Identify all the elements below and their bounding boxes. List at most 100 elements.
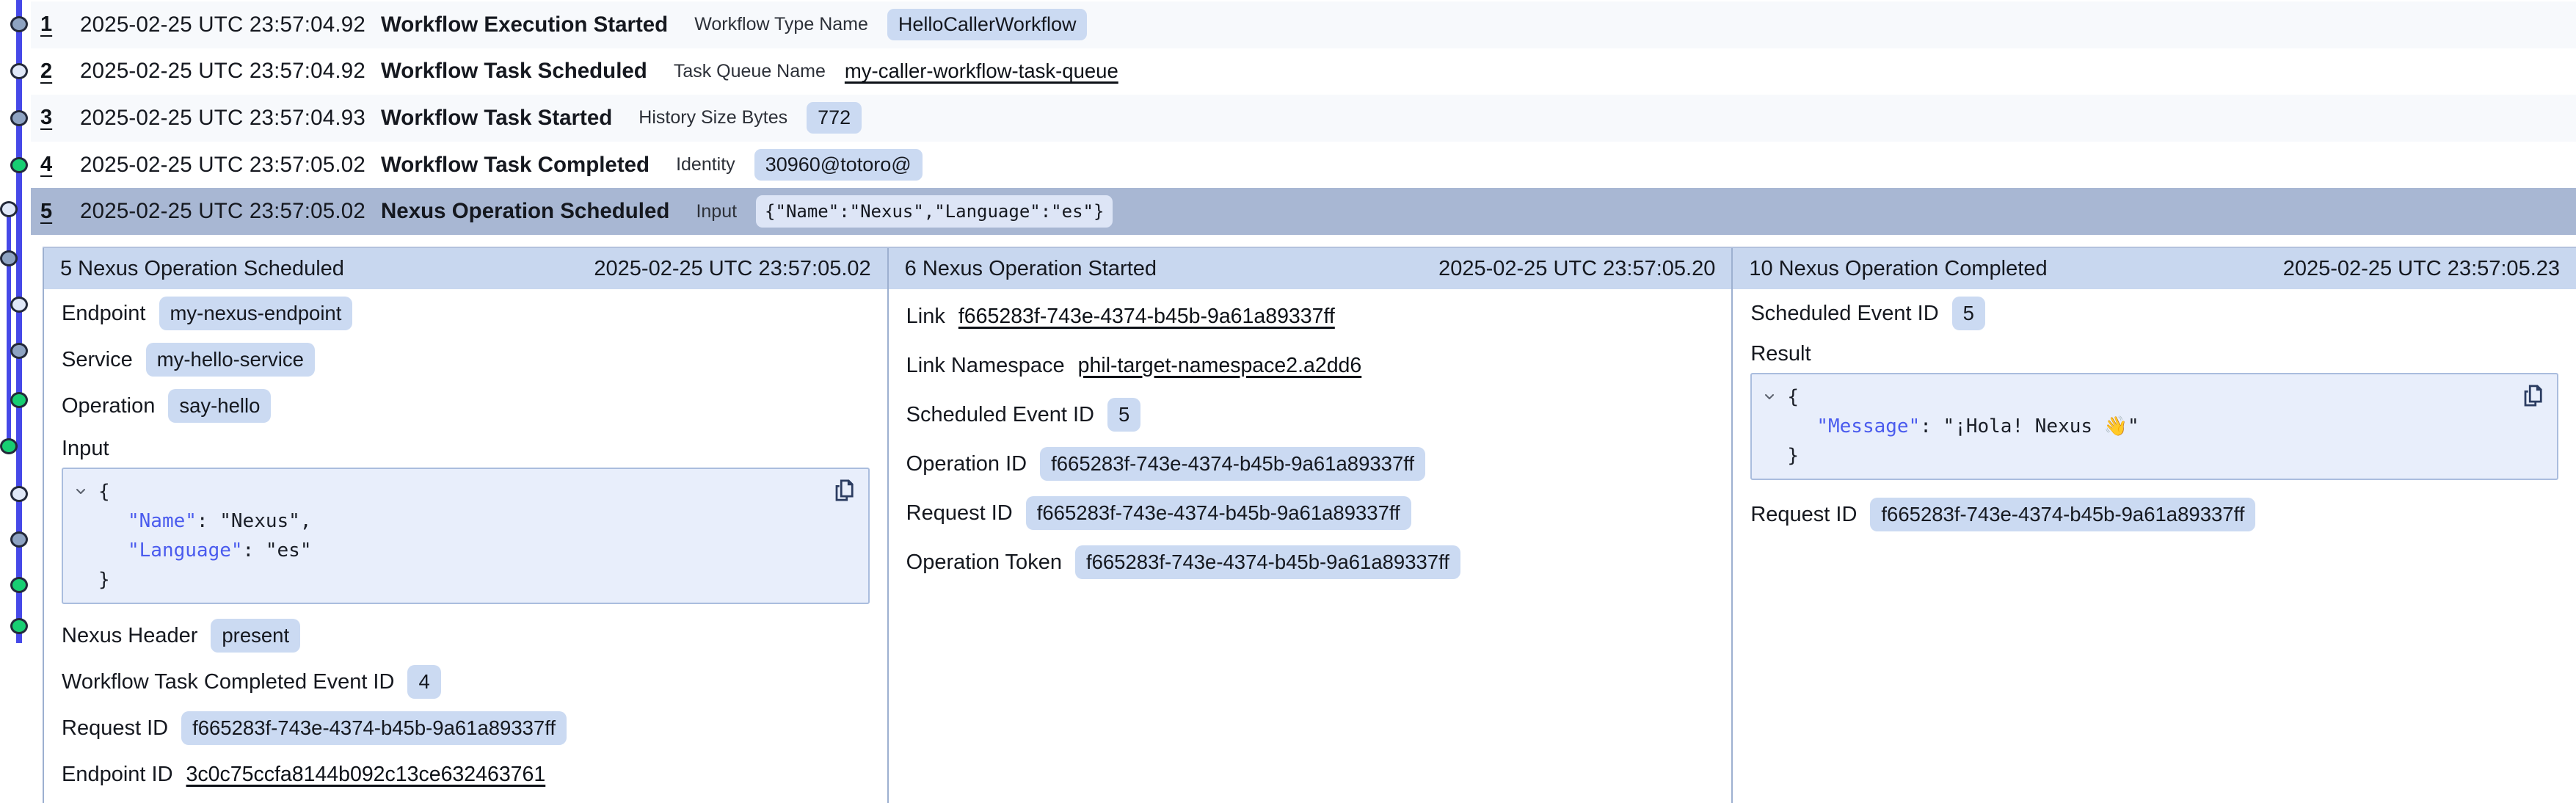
event-detail-label: Task Queue Name xyxy=(674,61,826,82)
field-label: Request ID xyxy=(1750,503,1857,527)
event-detail-label: Workflow Type Name xyxy=(694,14,868,35)
input-json-viewer: { "Name": "Nexus", "Language": "es" } xyxy=(62,468,870,604)
event-row-3[interactable]: 3 2025-02-25 UTC 23:57:04.93 Workflow Ta… xyxy=(31,95,2576,142)
panel-header: 5 Nexus Operation Scheduled 2025-02-25 U… xyxy=(44,248,887,289)
chevron-down-icon[interactable] xyxy=(1761,388,1778,405)
copy-icon[interactable] xyxy=(833,478,855,503)
field-label: Request ID xyxy=(906,501,1013,526)
field-value-badge: my-hello-service xyxy=(146,343,315,377)
timeline-dot-event-13 xyxy=(10,577,28,593)
field-label: Link xyxy=(906,305,945,329)
json-line: } xyxy=(63,565,817,595)
event-detail-badge: 30960@totoro@ xyxy=(754,149,923,181)
event-row-2[interactable]: 2 2025-02-25 UTC 23:57:04.92 Workflow Ta… xyxy=(31,48,2576,95)
timeline-dot-event-2 xyxy=(10,63,28,79)
field-label: Result xyxy=(1750,342,1811,366)
field-value-badge: f665283f-743e-4374-b45b-9a61a89337ff xyxy=(1026,496,1411,530)
event-detail-badge: HelloCallerWorkflow xyxy=(887,9,1088,40)
timeline-dot-event-8 xyxy=(10,343,28,359)
field-value-badge: f665283f-743e-4374-b45b-9a61a89337ff xyxy=(1075,545,1460,579)
event-name: Workflow Execution Started xyxy=(381,12,668,37)
field-scheduled-event-id: Scheduled Event ID 5 xyxy=(906,398,1141,432)
panel-timestamp: 2025-02-25 UTC 23:57:05.02 xyxy=(594,257,870,281)
panel-header: 10 Nexus Operation Completed 2025-02-25 … xyxy=(1733,248,2576,289)
timeline-dot-event-10 xyxy=(0,438,18,454)
event-row-1[interactable]: 1 2025-02-25 UTC 23:57:04.92 Workflow Ex… xyxy=(31,1,2576,48)
timeline-dot-event-9 xyxy=(10,392,28,408)
event-id-link[interactable]: 5 xyxy=(40,200,64,224)
result-json-viewer: { "Message": "¡Hola! Nexus 👋" } xyxy=(1750,373,2558,480)
field-label: Operation Token xyxy=(906,551,1062,575)
event-detail-label: Input xyxy=(696,201,737,222)
event-id-link[interactable]: 4 xyxy=(40,153,64,177)
field-label: Endpoint ID xyxy=(62,763,173,787)
event-name: Workflow Task Started xyxy=(381,106,612,131)
event-name: Workflow Task Scheduled xyxy=(381,59,647,84)
field-operation-id: Operation ID f665283f-743e-4374-b45b-9a6… xyxy=(906,447,1425,481)
field-endpoint-id: Endpoint ID 3c0c75ccfa8144b092c13ce63246… xyxy=(62,757,545,791)
field-value-badge: say-hello xyxy=(168,389,271,423)
json-line: "Message": "¡Hola! Nexus 👋" xyxy=(1752,412,2506,441)
field-result-label: Result xyxy=(1750,341,1824,367)
chevron-down-icon[interactable] xyxy=(72,482,90,500)
event-timestamp: 2025-02-25 UTC 23:57:05.02 xyxy=(80,153,369,178)
field-label: Link Namespace xyxy=(906,354,1065,378)
event-row-4[interactable]: 4 2025-02-25 UTC 23:57:05.02 Workflow Ta… xyxy=(31,142,2576,189)
field-value-badge: f665283f-743e-4374-b45b-9a61a89337ff xyxy=(1870,498,2255,531)
panel-nexus-operation-started: 6 Nexus Operation Started 2025-02-25 UTC… xyxy=(887,248,1732,803)
timeline-dot-event-5 xyxy=(0,201,18,217)
field-label: Endpoint xyxy=(62,302,146,326)
field-label: Workflow Task Completed Event ID xyxy=(62,670,394,694)
panel-title: 6 Nexus Operation Started xyxy=(905,257,1157,281)
event-timestamp: 2025-02-25 UTC 23:57:04.93 xyxy=(80,106,369,131)
field-value-badge: my-nexus-endpoint xyxy=(159,297,353,330)
field-value-badge: 4 xyxy=(407,665,440,699)
json-line: } xyxy=(1752,441,2506,470)
json-line: { xyxy=(1752,382,2506,412)
endpoint-id-link[interactable]: 3c0c75ccfa8144b092c13ce632463761 xyxy=(186,763,546,787)
field-service: Service my-hello-service xyxy=(62,343,315,377)
timeline-dot-event-11 xyxy=(10,486,28,502)
event-id-link[interactable]: 2 xyxy=(40,59,64,84)
field-label: Input xyxy=(62,437,109,461)
field-label: Request ID xyxy=(62,716,168,741)
timeline-dot-event-6 xyxy=(0,250,18,266)
field-link-namespace: Link Namespace phil-target-namespace2.a2… xyxy=(906,349,1362,382)
field-request-id: Request ID f665283f-743e-4374-b45b-9a61a… xyxy=(1750,498,2255,531)
timeline-dot-event-7 xyxy=(10,297,28,313)
event-detail-label: Identity xyxy=(676,154,735,175)
workflow-link[interactable]: f665283f-743e-4374-b45b-9a61a89337ff xyxy=(958,305,1335,329)
field-scheduled-event-id: Scheduled Event ID 5 xyxy=(1750,297,1985,330)
timeline-dot-event-4 xyxy=(10,157,28,173)
event-id-link[interactable]: 3 xyxy=(40,106,64,130)
panel-nexus-operation-completed: 10 Nexus Operation Completed 2025-02-25 … xyxy=(1731,248,2576,803)
panel-body: Scheduled Event ID 5 Result { "Message":… xyxy=(1733,289,2576,531)
event-group-detail-panels: 5 Nexus Operation Scheduled 2025-02-25 U… xyxy=(43,247,2576,803)
event-history-list: 1 2025-02-25 UTC 23:57:04.92 Workflow Ex… xyxy=(31,1,2576,235)
timeline-dot-event-12 xyxy=(10,531,28,548)
timeline-dot-event-14 xyxy=(10,618,28,634)
field-value-badge: f665283f-743e-4374-b45b-9a61a89337ff xyxy=(1040,447,1425,481)
task-queue-link[interactable]: my-caller-workflow-task-queue xyxy=(845,59,1118,83)
field-label: Service xyxy=(62,348,133,372)
field-request-id: Request ID f665283f-743e-4374-b45b-9a61a… xyxy=(62,711,567,745)
event-id-link[interactable]: 1 xyxy=(40,12,64,37)
field-endpoint: Endpoint my-nexus-endpoint xyxy=(62,297,352,330)
field-request-id: Request ID f665283f-743e-4374-b45b-9a61a… xyxy=(906,496,1411,530)
panel-header: 6 Nexus Operation Started 2025-02-25 UTC… xyxy=(889,248,1732,289)
event-row-5-selected[interactable]: 5 2025-02-25 UTC 23:57:05.02 Nexus Opera… xyxy=(31,188,2576,235)
json-line: "Name": "Nexus", xyxy=(63,506,817,536)
field-label: Scheduled Event ID xyxy=(1750,302,1938,326)
timeline-dot-event-1 xyxy=(10,16,28,32)
field-input-label: Input xyxy=(62,435,123,462)
copy-icon[interactable] xyxy=(2522,383,2544,408)
event-name: Nexus Operation Scheduled xyxy=(381,199,669,224)
panel-timestamp: 2025-02-25 UTC 23:57:05.20 xyxy=(1438,257,1715,281)
namespace-link[interactable]: phil-target-namespace2.a2dd6 xyxy=(1078,354,1362,378)
field-label: Scheduled Event ID xyxy=(906,403,1094,427)
panel-nexus-operation-scheduled: 5 Nexus Operation Scheduled 2025-02-25 U… xyxy=(43,248,887,803)
field-nexus-header: Nexus Header present xyxy=(62,619,300,653)
field-link: Link f665283f-743e-4374-b45b-9a61a89337f… xyxy=(906,299,1335,333)
event-name: Workflow Task Completed xyxy=(381,153,650,178)
panel-body: Link f665283f-743e-4374-b45b-9a61a89337f… xyxy=(889,289,1732,595)
